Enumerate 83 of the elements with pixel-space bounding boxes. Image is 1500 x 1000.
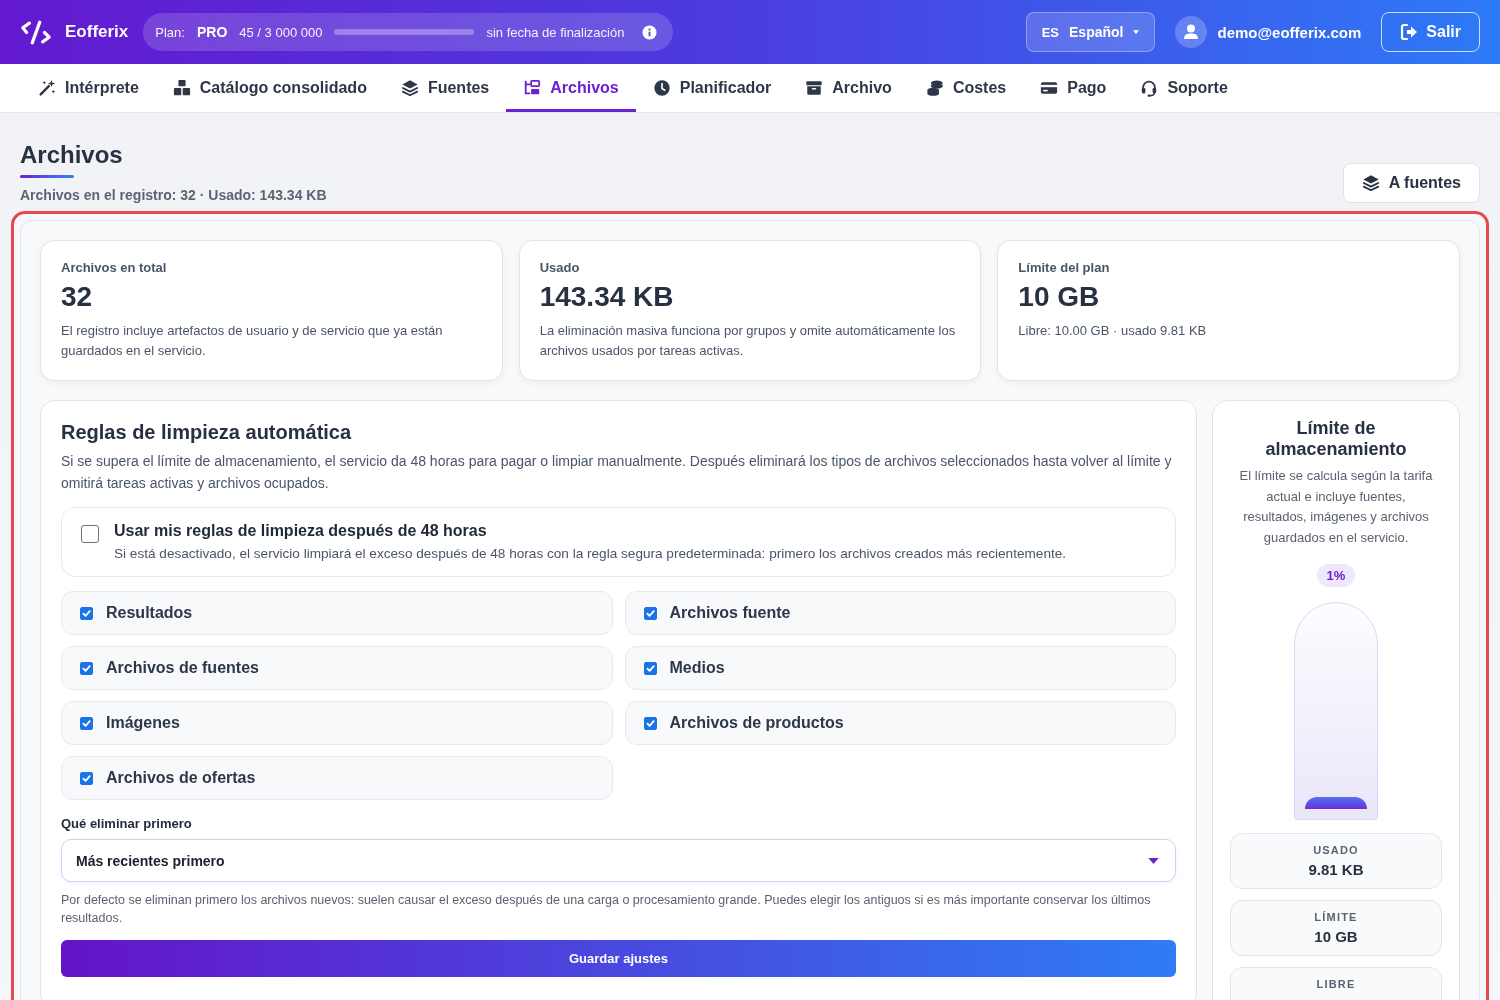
- brand-name: Eofferix: [65, 22, 129, 42]
- nav-tab[interactable]: Costes: [908, 64, 1024, 112]
- nav-tab[interactable]: Archivo: [788, 64, 909, 112]
- storage-description: El límite se calcula según la tarifa actual e incluye fuentes, resultados, imágenes y archivos guardados en el servicio.: [1238, 467, 1434, 547]
- category-label: Archivos fuente: [669, 604, 791, 622]
- percent-badge: 1%: [1316, 564, 1356, 587]
- category-option[interactable]: Archivos de ofertas: [61, 756, 613, 800]
- storage-title: Límite de almacenamiento: [1264, 418, 1408, 460]
- storage-stat-label: USADO: [1312, 844, 1360, 856]
- stat-description: La eliminación masiva funciona por grupos y omite automáticamente los archivos usados por tareas activas.: [539, 322, 957, 360]
- plan-expiry: sin fecha de finalización: [486, 24, 625, 40]
- help-text: Por defecto se eliminan primero los archivos nuevos: suelen causar el exceso después de una carga o procesamiento grande. Puedes elegir los antiguos si es más importante conservar los últimos resultados.: [61, 892, 1152, 927]
- nav-tab[interactable]: Pago: [1023, 64, 1124, 112]
- caret-icon: [1133, 30, 1140, 34]
- checkbox[interactable]: [643, 716, 657, 730]
- category-label: Archivos de productos: [669, 714, 844, 732]
- caret-icon: [1148, 857, 1159, 864]
- stat-description: El registro incluye artefactos de usuario y de servicio que ya están guardados en el servicio.: [61, 322, 444, 360]
- stat-label: Archivos en total: [61, 260, 168, 275]
- layers-icon: [1361, 174, 1380, 192]
- stat-value: 10 GB: [1018, 281, 1101, 313]
- storage-stat-value: 10 GB: [1313, 928, 1359, 945]
- coins-icon: [925, 79, 944, 97]
- category-option[interactable]: Imágenes: [61, 701, 613, 745]
- page-subtitle: Archivos en el registro: 32 · Usado: 143.34 KB: [20, 187, 327, 203]
- option-title: Usar mis reglas de limpieza después de 48 horas: [114, 522, 488, 540]
- checkbox[interactable]: [80, 771, 93, 785]
- section-title: Reglas de limpieza automática: [61, 420, 353, 445]
- page-title: Archivos: [20, 141, 124, 169]
- folder-tree-icon: [523, 79, 542, 97]
- category-option[interactable]: Archivos de fuentes: [61, 646, 613, 690]
- nav-tab[interactable]: Catálogo consolidado: [155, 64, 384, 112]
- stat-value: 143.34 KB: [539, 281, 675, 313]
- logout-button[interactable]: Salir: [1381, 12, 1480, 52]
- field-label: Qué eliminar primero: [61, 816, 193, 831]
- nav-tab[interactable]: Intérprete: [21, 64, 156, 112]
- storage-stat-value: 9.81 KB: [1307, 861, 1365, 878]
- category-option[interactable]: Resultados: [61, 591, 613, 635]
- language-button[interactable]: ES Español: [1025, 12, 1156, 52]
- checkbox[interactable]: [80, 661, 93, 675]
- category-label: Imágenes: [106, 714, 180, 732]
- nav-tab[interactable]: Archivos: [506, 64, 636, 112]
- category-option[interactable]: Archivos de productos: [624, 701, 1176, 745]
- logo-icon: [20, 19, 52, 45]
- option-description: Si está desactivado, el servicio limpiará el exceso después de 48 horas con la regla segura predeterminada: primero los archivos creados más recientemente.: [114, 546, 1067, 561]
- checkbox[interactable]: [80, 716, 93, 730]
- category-label: Archivos de fuentes: [106, 659, 259, 677]
- checkbox[interactable]: [643, 661, 657, 675]
- nav-tab[interactable]: Soporte: [1123, 64, 1245, 112]
- stat-label: Usado: [539, 260, 581, 275]
- category-label: Archivos de ofertas: [106, 769, 256, 787]
- save-button[interactable]: Guardar ajustes: [61, 940, 1176, 977]
- credit-card-icon: [1040, 79, 1059, 97]
- checkbox[interactable]: [81, 525, 99, 543]
- section-description: Si se supera el límite de almacenamiento, el servicio da 48 horas para pagar o limpiar manualmente. Después eliminará los tipos de archivos seleccionados hasta volver al límite y omitirá tareas activas y archivos ocupados.: [61, 452, 1173, 493]
- storage-stat-label: LÍMITE: [1313, 911, 1359, 923]
- magic-wand-icon: [38, 79, 56, 97]
- headset-icon: [1140, 79, 1159, 97]
- checkbox[interactable]: [80, 606, 93, 620]
- order-select[interactable]: Más recientes primero: [61, 839, 1176, 882]
- user-email: demo@eofferix.com: [1217, 23, 1362, 41]
- category-option[interactable]: Medios: [624, 646, 1176, 690]
- plan-usage: 45 / 3 000 000: [239, 24, 323, 40]
- clock-icon: [652, 79, 671, 97]
- info-icon[interactable]: [642, 24, 658, 40]
- nav-tab[interactable]: Fuentes: [383, 64, 507, 112]
- layers-icon: [400, 79, 419, 97]
- sources-button[interactable]: A fuentes: [1342, 163, 1480, 203]
- stat-label: Límite del plan: [1018, 260, 1111, 275]
- nav-tab[interactable]: Planificador: [635, 64, 789, 112]
- checkbox[interactable]: [643, 606, 657, 620]
- category-option[interactable]: Archivos fuente: [624, 591, 1176, 635]
- plan-name: PRO: [196, 24, 228, 40]
- boxes-icon: [172, 79, 191, 97]
- stat-description: Libre: 10.00 GB · usado 9.81 KB: [1018, 322, 1208, 340]
- storage-stat-label: LIBRE: [1315, 978, 1357, 990]
- sign-out-icon: [1400, 23, 1419, 41]
- archive-box-icon: [805, 79, 824, 97]
- plan-label: Plan:: [155, 24, 185, 40]
- category-label: Resultados: [106, 604, 193, 622]
- stat-value: 32: [61, 281, 94, 313]
- category-label: Medios: [669, 659, 725, 677]
- avatar-icon: [1175, 16, 1208, 48]
